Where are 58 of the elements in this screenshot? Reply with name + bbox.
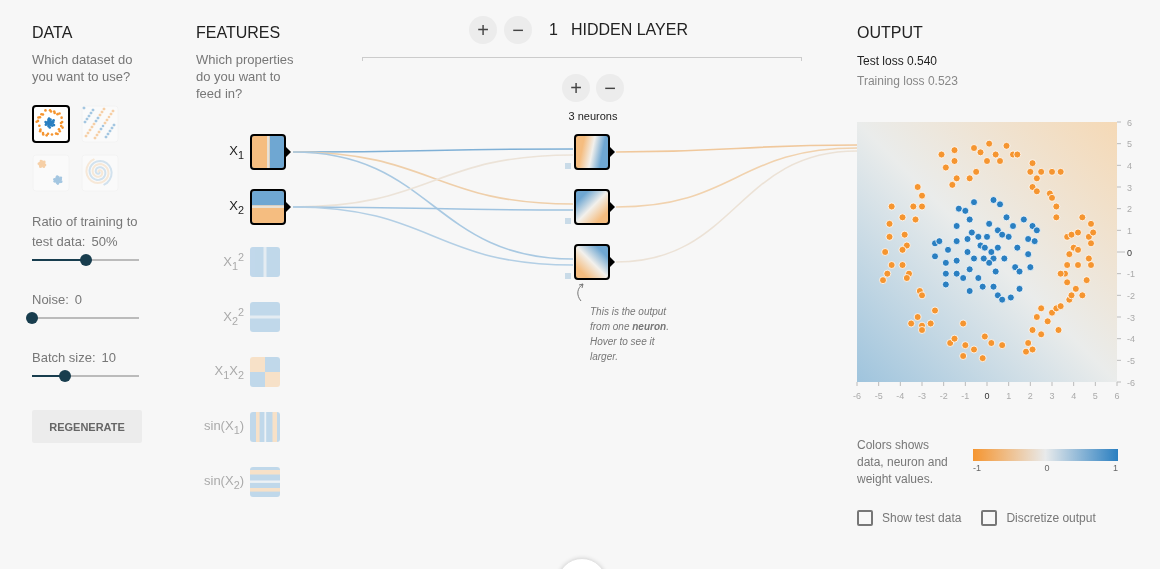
x-tick-label: -2 — [939, 391, 948, 401]
test-loss: Test loss 0.540 — [857, 53, 939, 69]
y-tick-label: -3 — [1127, 312, 1136, 323]
slider-label: Batch size: 10 — [32, 349, 118, 367]
feature-label: X$_{2}$ — [228, 197, 244, 216]
y-tick-label: 0 — [1127, 247, 1133, 258]
section-title: OUTPUT — [857, 24, 924, 42]
x-tick-label: 3 — [1049, 391, 1055, 401]
neuron-count: 3 neurons — [567, 110, 619, 122]
section-title: DATA — [32, 24, 74, 42]
x-tick-label: 5 — [1092, 391, 1098, 401]
scale-label: -1 — [973, 463, 981, 473]
y-tick-label: 6 — [1127, 117, 1133, 128]
y-tick-label: 4 — [1127, 160, 1133, 171]
layer-label: HIDDEN LAYER — [570, 21, 688, 39]
y-tick-label: 5 — [1127, 139, 1133, 150]
section-title: FEATURES — [196, 24, 281, 42]
x-tick-label: -6 — [852, 391, 862, 401]
y-tick-label: 1 — [1127, 225, 1133, 236]
y-tick-label: 2 — [1127, 204, 1133, 215]
feature-label: sin(X$_{1}$) — [203, 417, 244, 436]
x-tick-label: 2 — [1027, 391, 1033, 401]
scale-label: 1 — [1112, 463, 1118, 473]
regenerate-button[interactable]: REGENERATE — [32, 410, 142, 443]
section-subtitle: Which dataset do you want to use? — [32, 51, 134, 85]
slider-label: Ratio of training to test data: 50% — [32, 213, 139, 251]
x-tick-label: -1 — [961, 391, 970, 401]
feature-label: X$_{1}$ — [228, 142, 244, 161]
x-tick-label: -4 — [896, 391, 905, 401]
remove-neuron-button[interactable]: − — [596, 74, 624, 102]
y-tick-label: -1 — [1127, 269, 1136, 280]
remove-layer-button[interactable]: − — [504, 16, 532, 44]
section-subtitle: Which properties do you want to feed in? — [196, 51, 295, 102]
x-tick-label: 0 — [984, 391, 990, 401]
y-tick-label: -5 — [1127, 355, 1136, 366]
layer-count: 1 — [549, 21, 558, 39]
checkbox[interactable]: Show test data — [857, 510, 962, 526]
annotation-text: This is the output from one neuron. Hover to see it larger. — [590, 305, 670, 364]
training-loss: Training loss 0.523 — [857, 73, 959, 89]
x-tick-label: -3 — [917, 391, 927, 401]
checkbox-label: Discretize output — [1006, 511, 1096, 525]
scale-label: 0 — [1044, 463, 1050, 473]
y-tick-label: -6 — [1127, 377, 1136, 388]
checkbox-label: Show test data — [882, 511, 962, 525]
legend-text: Colors shows data, neuron and weight values. — [857, 437, 949, 488]
x-tick-label: 4 — [1071, 391, 1077, 401]
y-tick-label: -4 — [1127, 334, 1136, 345]
y-tick-label: 3 — [1127, 182, 1133, 193]
add-layer-button[interactable]: + — [469, 16, 497, 44]
x-tick-label: 1 — [1006, 391, 1012, 401]
add-neuron-button[interactable]: + — [562, 74, 590, 102]
feature-label: X$_{1}$X$_{2}$ — [213, 362, 244, 381]
checkbox[interactable]: Discretize output — [981, 510, 1096, 526]
feature-label: sin(X$_{2}$) — [203, 472, 244, 491]
x-tick-label: -5 — [874, 391, 883, 401]
y-tick-label: -2 — [1127, 290, 1136, 301]
slider-label: Noise: 0 — [32, 291, 84, 309]
x-tick-label: 6 — [1114, 391, 1120, 401]
